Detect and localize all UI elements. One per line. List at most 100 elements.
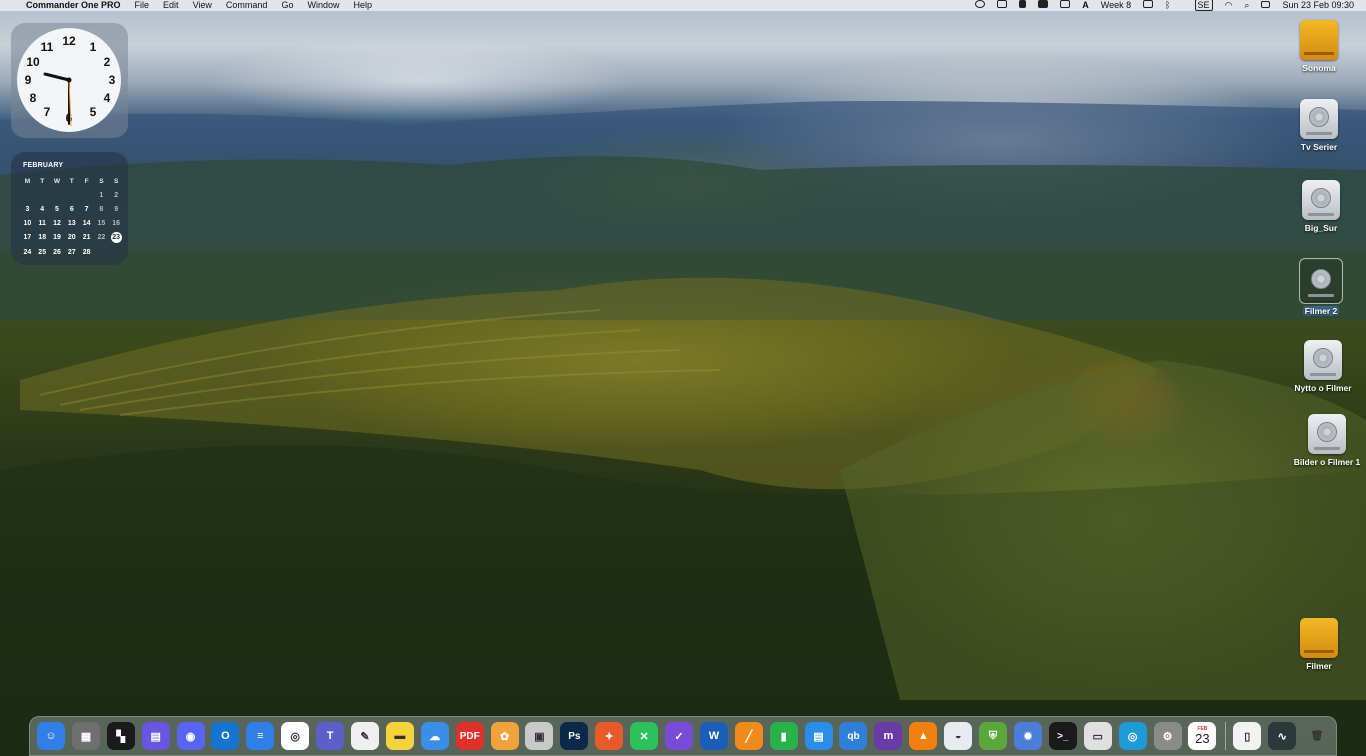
disk-utility-icon[interactable]: ◒	[944, 722, 973, 750]
scanner-icon[interactable]: ▭	[1083, 722, 1112, 750]
preview-glyph: ▣	[534, 730, 545, 743]
desktop-icon-tv-serier[interactable]: Tv Serier	[1282, 99, 1356, 152]
menu-file[interactable]: File	[135, 0, 150, 11]
gold-drive-icon	[1300, 20, 1338, 60]
dock: ☺ ▦ ▚ ▤ ◉ O ≡ ◎ T ✎ ▬ ☁ PDF ✿ ▣ Ps ✦ ✕ ✓ W ╱ ▮ ▤ qb m ▲ ◒ ⛨ ✹ >_ ▭ ◎ ⚙ FE…	[29, 716, 1337, 756]
activity-monitor-icon[interactable]: ∿	[1268, 722, 1297, 750]
pages-glyph: ╱	[745, 730, 753, 743]
wifi-icon[interactable]: ◠	[1225, 0, 1233, 11]
desktop-icon-sonoma[interactable]: Sonoma	[1282, 20, 1356, 73]
clock-widget[interactable]: 12 1 2 3 4 5 6 7 8 9 10 11	[11, 23, 128, 138]
clock-hands	[43, 72, 72, 127]
calendar-week-row: 17 18 19 20 21 22 23	[20, 231, 124, 245]
pixelmator-icon[interactable]: ✦	[595, 722, 624, 750]
desktop-icon-bilder-o-filmer-1[interactable]: Bilder o Filmer 1	[1290, 414, 1364, 467]
calendar-day: 26	[53, 248, 61, 256]
numbers-icon[interactable]: ▮	[769, 722, 798, 750]
vlc-icon[interactable]: ▲	[909, 722, 938, 750]
menubar-clock[interactable]: Sun 23 Feb 09:30	[1282, 0, 1354, 11]
photos-icon[interactable]: ✿	[490, 722, 519, 750]
stickies-icon[interactable]: ▬	[385, 722, 414, 750]
settings-gear-icon[interactable]: ✹	[1013, 722, 1042, 750]
grid-app-icon[interactable]: ▚	[106, 722, 135, 750]
safari-like-icon[interactable]: ◎	[1118, 722, 1147, 750]
control-center-icon[interactable]	[1261, 0, 1271, 11]
qbittorrent-icon[interactable]: qb	[839, 722, 868, 750]
notes-list-icon[interactable]: ≡	[246, 722, 275, 750]
screen-mirroring-icon[interactable]	[1143, 0, 1154, 11]
a-status-icon[interactable]: A	[1082, 0, 1089, 11]
outlook-icon[interactable]: O	[211, 722, 240, 750]
clipboard-status-icon[interactable]	[1019, 0, 1027, 11]
spotlight-search-icon[interactable]: ⌕	[1244, 0, 1249, 11]
qbittorrent-glyph: qb	[847, 730, 860, 742]
teams-icon[interactable]: T	[316, 722, 345, 750]
document-icon[interactable]: ▯	[1233, 722, 1262, 750]
bluetooth-icon[interactable]: ᛒ	[1165, 0, 1170, 11]
desktop-icon-label: Nytto o Filmer	[1294, 383, 1352, 393]
menu-edit[interactable]: Edit	[163, 0, 179, 11]
desktop-icon-big-sur[interactable]: Big_Sur	[1284, 180, 1358, 233]
menu-bar: Commander One PRO File Edit View Command…	[0, 0, 1366, 11]
desktop-icon-filmer-2[interactable]: Filmer 2	[1284, 258, 1358, 319]
discord-icon[interactable]: ◉	[176, 722, 205, 750]
window-status-icon[interactable]	[1038, 0, 1049, 11]
grid-status-icon[interactable]	[1060, 0, 1071, 11]
menu-go[interactable]: Go	[281, 0, 293, 11]
pages-icon[interactable]: ╱	[734, 722, 763, 750]
dock-calendar-day: 23	[1195, 731, 1210, 746]
desktop-icon-label: Filmer 2	[1302, 306, 1340, 316]
desktop-icon-label: Tv Serier	[1300, 142, 1338, 152]
dock-app-list: ☺ ▦ ▚ ▤ ◉ O ≡ ◎ T ✎ ▬ ☁ PDF ✿ ▣ Ps ✦ ✕ ✓ W ╱ ▮ ▤ qb m ▲ ◒ ⛨ ✹ >_ ▭ ◎ ⚙ FE…	[37, 722, 1338, 750]
keynote-icon[interactable]: ▤	[804, 722, 833, 750]
input-source-indicator[interactable]: SE	[1183, 0, 1213, 11]
imovie-glyph: m	[883, 730, 894, 742]
weekday-label: W	[53, 177, 61, 185]
calendar-week-row: 10 11 12 13 14 15 16	[20, 217, 124, 231]
imovie-icon[interactable]: m	[874, 722, 903, 750]
app-name-menu[interactable]: Commander One PRO	[26, 0, 121, 11]
terminal-icon[interactable]: >_	[1048, 722, 1077, 750]
calendar-day: 5	[55, 205, 59, 213]
chrome-icon[interactable]: ◎	[281, 722, 310, 750]
trash-icon[interactable]: 🗑	[1303, 722, 1331, 750]
textedit-icon[interactable]: ✎	[351, 722, 380, 750]
status-app-icon[interactable]	[997, 0, 1008, 11]
folder-icon[interactable]: ▤	[141, 722, 170, 750]
menu-help[interactable]: Help	[353, 0, 372, 11]
eye-status-icon[interactable]	[975, 0, 986, 11]
menu-command[interactable]: Command	[226, 0, 268, 11]
omnifocus-icon[interactable]: ✓	[665, 722, 694, 750]
menu-view[interactable]: View	[193, 0, 212, 11]
pdf-icon[interactable]: PDF	[455, 722, 484, 750]
dock-separator	[1225, 722, 1227, 750]
weekday-label: T	[40, 177, 45, 185]
calendar-widget[interactable]: FEBRUARY M T W T F S S 1 2 3 4 5 6 7 8 9	[11, 152, 128, 265]
weather-icon[interactable]: ☁	[420, 722, 449, 750]
calculator-icon[interactable]: ▦	[71, 722, 100, 750]
weekday-label: S	[114, 177, 119, 185]
keynote-glyph: ▤	[813, 730, 824, 743]
desktop-icon-nytto-o-filmer[interactable]: Nytto o Filmer	[1286, 340, 1360, 393]
textedit-glyph: ✎	[360, 730, 370, 743]
preview-icon[interactable]: ▣	[525, 722, 554, 750]
adguard-icon[interactable]: ⛨	[979, 722, 1008, 750]
calendar-day: 16	[112, 220, 121, 228]
weekday-label: T	[69, 177, 74, 185]
calendar-day: 6	[69, 205, 74, 213]
clock-face: 12 1 2 3 4 5 6 7 8 9 10 11	[17, 28, 121, 132]
desktop-icon-filmer[interactable]: Filmer	[1282, 618, 1356, 671]
mindnode-icon[interactable]: ✕	[630, 722, 659, 750]
outlook-glyph: O	[221, 730, 230, 742]
menu-window[interactable]: Window	[307, 0, 339, 11]
calendar-day: 28	[82, 248, 91, 256]
photos-glyph: ✿	[499, 730, 510, 743]
word-icon[interactable]: W	[699, 722, 728, 750]
calendar-icon[interactable]: FEB 23	[1188, 722, 1217, 750]
photoshop-icon[interactable]: Ps	[560, 722, 589, 750]
system-settings-icon[interactable]: ⚙	[1153, 722, 1182, 750]
hard-drive-icon	[1299, 258, 1343, 304]
finder-icon[interactable]: ☺	[37, 722, 65, 750]
hour-hand	[43, 72, 71, 82]
week-number[interactable]: Week 8	[1101, 0, 1131, 11]
